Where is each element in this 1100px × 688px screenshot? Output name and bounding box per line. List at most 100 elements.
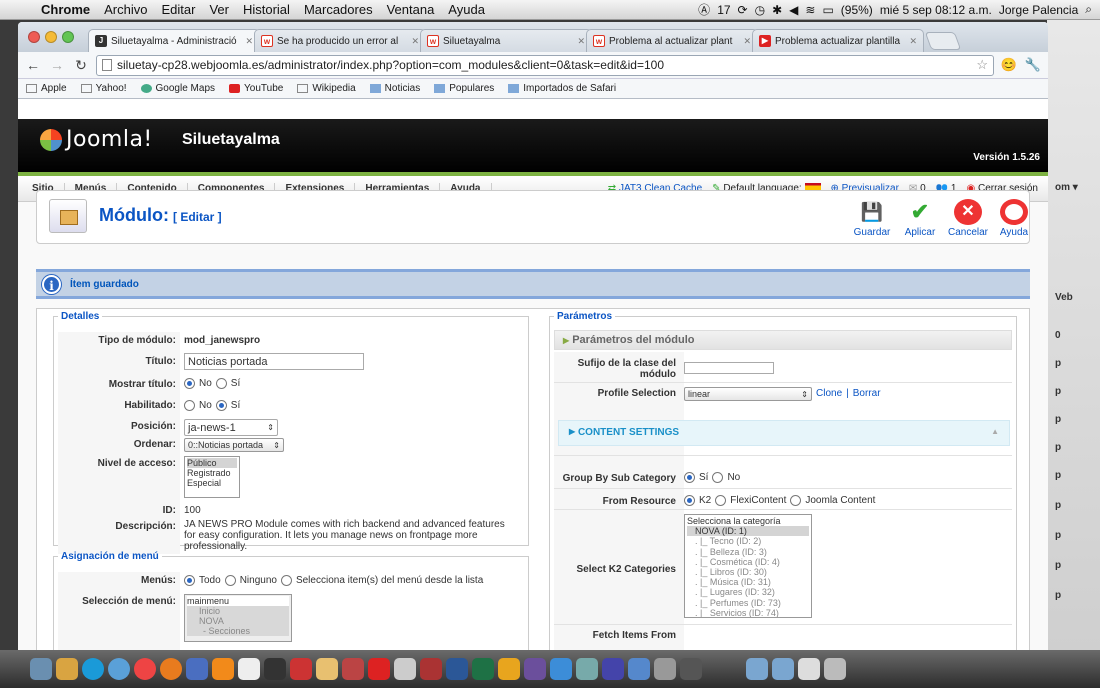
access-option-especial[interactable]: Especial [187, 478, 237, 488]
time-machine-icon[interactable]: ◷ [755, 3, 765, 17]
minimize-window-button[interactable] [45, 31, 57, 43]
notes-icon[interactable] [316, 658, 338, 680]
finder-icon[interactable] [30, 658, 52, 680]
close-tab-icon[interactable]: ✕ [909, 36, 917, 47]
access-option-publico[interactable]: Público [187, 458, 237, 468]
extension-icon[interactable]: 😊 [1000, 57, 1018, 73]
mail-icon[interactable] [238, 658, 260, 680]
resource-k2-radio[interactable] [684, 495, 695, 506]
category-option[interactable]: . |_ Cosmética (ID: 4) [687, 557, 809, 567]
category-option[interactable]: . |_ Libros (ID: 30) [687, 567, 809, 577]
outlook-icon[interactable] [498, 658, 520, 680]
clock[interactable]: mié 5 sep 08:12 a.m. [880, 3, 992, 17]
bookmark-noticias[interactable]: Noticias [369, 83, 420, 94]
spotlight-icon[interactable]: ⌕ [1085, 2, 1092, 17]
bluetooth-icon[interactable]: ✱ [772, 3, 782, 17]
bookmark-importados[interactable]: Importados de Safari [508, 83, 616, 94]
firefox-icon[interactable] [160, 658, 182, 680]
menu-option-nova[interactable]: NOVA [187, 616, 289, 626]
resource-joomla-radio[interactable] [790, 495, 802, 506]
delete-link[interactable]: Borrar [853, 388, 881, 399]
new-tab-button[interactable] [924, 32, 962, 50]
close-tab-icon[interactable]: ✕ [577, 36, 585, 47]
stepper-icon[interactable]: ⇕ [267, 423, 274, 432]
close-tab-icon[interactable]: ✕ [743, 36, 751, 47]
mac-menu-archivo[interactable]: Archivo [97, 2, 154, 17]
tab-siluetayalma[interactable]: w Siluetayalma ✕ [420, 29, 592, 52]
category-option[interactable]: . |_ Belleza (ID: 3) [687, 547, 809, 557]
show-title-yes-radio[interactable] [215, 378, 227, 389]
mac-menu-chrome[interactable]: Chrome [34, 2, 97, 17]
bookmark-apple[interactable]: Apple [26, 83, 67, 94]
mac-menu-ventana[interactable]: Ventana [380, 2, 442, 17]
category-option[interactable]: Selecciona la categoría [687, 516, 809, 526]
app-icon[interactable] [602, 658, 624, 680]
photo-booth-icon[interactable] [290, 658, 312, 680]
enabled-no-radio[interactable] [184, 400, 195, 411]
save-button[interactable]: 💾 Guardar [849, 199, 895, 238]
app-icon[interactable] [576, 658, 598, 680]
group-no-radio[interactable] [712, 472, 724, 483]
blackberry-icon[interactable] [264, 658, 286, 680]
illustrator-icon[interactable] [342, 658, 364, 680]
mac-menu-editar[interactable]: Editar [154, 2, 202, 17]
documents-stack-icon[interactable] [746, 658, 768, 680]
cancel-button[interactable]: ✕ Cancelar [945, 199, 991, 238]
trash-icon[interactable] [824, 658, 846, 680]
downloads-icon[interactable] [628, 658, 650, 680]
close-window-button[interactable] [28, 31, 40, 43]
category-option[interactable]: . |_ Música (ID: 31) [687, 577, 809, 587]
safari-icon[interactable] [108, 658, 130, 680]
group-yes-radio[interactable] [684, 472, 695, 483]
excel-icon[interactable] [472, 658, 494, 680]
menu-option-inicio[interactable]: Inicio [187, 606, 289, 616]
preview-app-icon[interactable] [394, 658, 416, 680]
apply-button[interactable]: ✔ Aplicar [897, 199, 943, 238]
address-bar[interactable]: siluetay-cp28.webjoomla.es/administrator… [96, 54, 994, 76]
forward-arrow-icon[interactable]: → [48, 57, 66, 73]
position-combobox[interactable]: ja-news-1 ⇕ [184, 419, 278, 436]
user-name[interactable]: Jorge Palencia [999, 3, 1078, 17]
mac-menu-marcadores[interactable]: Marcadores [297, 2, 380, 17]
k2-categories-listbox[interactable]: Selecciona la categoría NOVA (ID: 1) . |… [684, 514, 812, 618]
close-tab-icon[interactable]: ✕ [411, 36, 419, 47]
volume-icon[interactable]: ◀ [789, 3, 798, 17]
show-title-no-radio[interactable] [184, 378, 195, 389]
url-text[interactable]: siluetay-cp28.webjoomla.es/administrator… [117, 58, 664, 72]
bookmark-wikipedia[interactable]: Wikipedia [297, 83, 356, 94]
tab-problema-actualizar[interactable]: w Problema al actualizar plant ✕ [586, 29, 758, 52]
tab-error[interactable]: w Se ha producido un error al ✕ [254, 29, 426, 52]
clone-link[interactable]: Clone [816, 388, 842, 399]
help-button[interactable]: Ayuda [991, 199, 1037, 238]
close-tab-icon[interactable]: ✕ [245, 36, 253, 47]
menus-select-radio[interactable] [280, 575, 292, 586]
skype-icon[interactable] [82, 658, 104, 680]
tab-problema-youtube[interactable]: ▶ Problema actualizar plantilla ✕ [752, 29, 924, 52]
tab-siluetayalma-admin[interactable]: J Siluetayalma - Administració ✕ [88, 29, 260, 52]
zoom-window-button[interactable] [62, 31, 74, 43]
title-input[interactable]: Noticias portada [184, 353, 364, 370]
collapse-arrow-icon[interactable]: ▲ [991, 427, 999, 439]
battery-icon[interactable]: ▭ [822, 3, 833, 17]
access-option-registrado[interactable]: Registrado [187, 468, 237, 478]
menus-all-radio[interactable] [184, 575, 195, 586]
bookmark-star-icon[interactable]: ☆ [976, 57, 988, 73]
bookmark-google-maps[interactable]: Google Maps [140, 83, 215, 94]
app-store-icon[interactable] [550, 658, 572, 680]
facetime-icon[interactable] [186, 658, 208, 680]
mac-menu-ver[interactable]: Ver [202, 2, 236, 17]
module-params-panel-header[interactable]: ▶ Parámetros del módulo [554, 330, 1012, 350]
category-option[interactable]: . |_ Servicios (ID: 74) [687, 608, 809, 617]
app-icon[interactable] [524, 658, 546, 680]
wrench-icon[interactable]: 🔧 [1024, 57, 1042, 73]
mac-menu-historial[interactable]: Historial [236, 2, 297, 17]
access-level-listbox[interactable]: Público Registrado Especial [184, 456, 240, 498]
vlc-icon[interactable] [212, 658, 234, 680]
chrome-icon[interactable] [134, 658, 156, 680]
menus-none-radio[interactable] [224, 575, 236, 586]
folder-icon[interactable] [56, 658, 78, 680]
word-icon[interactable] [446, 658, 468, 680]
reload-icon[interactable]: ↻ [72, 57, 90, 74]
bookmark-populares[interactable]: Populares [434, 83, 494, 94]
menu-option-secciones[interactable]: - Secciones [187, 626, 289, 636]
